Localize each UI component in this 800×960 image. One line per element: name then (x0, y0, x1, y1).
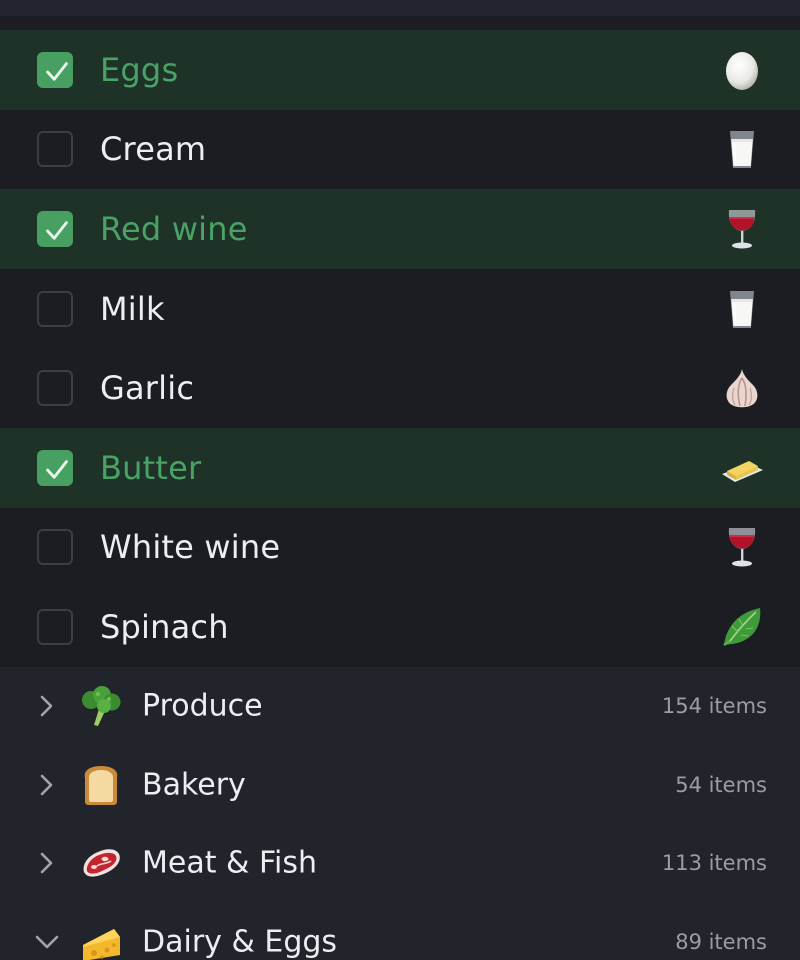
item-label: Milk (100, 289, 165, 328)
checkbox[interactable] (37, 290, 73, 327)
category-label: Dairy & Eggs (142, 924, 338, 960)
list-item-cream[interactable]: Cream (0, 109, 800, 190)
list-item-red-wine[interactable]: Red wine (0, 189, 800, 269)
checkbox[interactable] (37, 210, 73, 247)
list-item-eggs[interactable]: Eggs (0, 30, 800, 110)
chevron-right-icon[interactable] (34, 850, 60, 876)
chevron-right-icon[interactable] (34, 772, 60, 798)
list-item-spinach[interactable]: Spinach (0, 587, 800, 667)
leafy-green-icon (723, 607, 761, 646)
steak-icon (83, 849, 120, 877)
checkmark-icon (46, 62, 68, 81)
checkbox[interactable] (37, 529, 73, 566)
item-count: 154 items (661, 694, 767, 719)
item-label: Red wine (100, 209, 248, 248)
item-label: Spinach (100, 607, 229, 646)
item-list: Eggs Cream Red wine Milk Garlic Butter W… (0, 30, 800, 667)
checkbox[interactable] (37, 608, 73, 645)
item-label: Garlic (100, 369, 195, 408)
checkbox[interactable] (37, 370, 73, 407)
checkmark-icon (46, 459, 68, 479)
item-label: Eggs (100, 50, 179, 89)
item-count: 113 items (661, 851, 767, 876)
butter-icon (722, 460, 763, 482)
list-item-butter[interactable]: Butter (0, 427, 800, 508)
checkbox[interactable] (37, 131, 73, 168)
top-spacer (0, 16, 800, 30)
glass-of-milk-icon (730, 131, 754, 169)
category-row-meat-fish[interactable]: Meat & Fish 113 items (0, 824, 800, 903)
broccoli-icon (82, 686, 121, 727)
top-bar (0, 0, 800, 16)
item-label: White wine (100, 528, 281, 567)
wine-glass-icon (728, 209, 756, 249)
cheese-icon (83, 928, 120, 960)
item-count: 89 items (675, 929, 767, 954)
category-label: Produce (142, 688, 263, 724)
chevron-right-icon[interactable] (34, 693, 60, 719)
checkbox[interactable] (37, 449, 73, 486)
list-item-milk[interactable]: Milk (0, 268, 800, 349)
checkbox[interactable] (37, 51, 73, 88)
garlic-icon (726, 369, 758, 408)
grocery-list-screen: Eggs Cream Red wine Milk Garlic Butter W… (0, 0, 800, 960)
egg-icon (726, 51, 758, 90)
wine-glass-icon (728, 528, 756, 567)
category-label: Bakery (142, 767, 246, 803)
chevron-down-icon[interactable] (34, 929, 60, 955)
category-row-bakery[interactable]: Bakery 54 items (0, 746, 800, 825)
list-item-garlic[interactable]: Garlic (0, 348, 800, 428)
bread-icon (84, 765, 118, 805)
category-label: Meat & Fish (142, 845, 318, 881)
item-count: 54 items (675, 772, 767, 797)
glass-of-milk-icon (730, 290, 754, 328)
item-label: Cream (100, 130, 207, 169)
item-label: Butter (100, 448, 202, 487)
category-row-produce[interactable]: Produce 154 items (0, 667, 800, 746)
category-row-dairy-eggs[interactable]: Dairy & Eggs 89 items (0, 903, 800, 960)
checkmark-icon (46, 221, 68, 240)
category-list: Produce 154 items Bakery 54 items Meat &… (0, 667, 800, 960)
list-item-white-wine[interactable]: White wine (0, 507, 800, 588)
